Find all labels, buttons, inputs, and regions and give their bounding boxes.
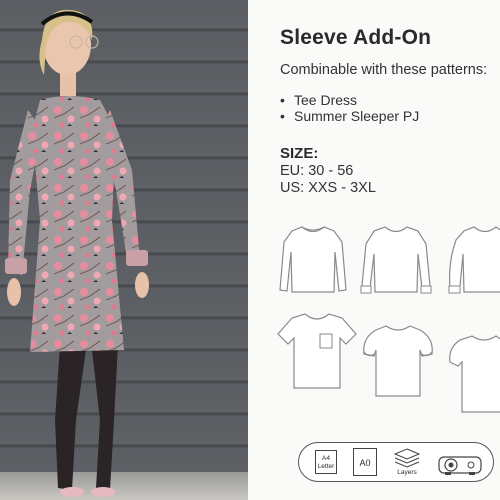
- a0-label: A0: [359, 458, 371, 468]
- size-heading: SIZE:: [280, 145, 319, 162]
- file-format-bar: A4 Letter A0 Layers: [298, 442, 494, 482]
- model-in-dress-illustration: [5, 9, 149, 497]
- a4-letter-format-icon: A4 Letter: [315, 450, 337, 474]
- product-info-panel: Sleeve Add-On Combinable with these patt…: [248, 0, 500, 500]
- layers-icon: Layers: [389, 447, 425, 479]
- a4-label: A4: [322, 455, 330, 462]
- a0-format-icon: A0: [353, 448, 377, 476]
- list-item: • Tee Dress: [280, 92, 419, 108]
- product-photo: [0, 0, 248, 500]
- product-title: Sleeve Add-On: [280, 26, 432, 49]
- letter-label: Letter: [317, 463, 335, 470]
- compatible-pattern-list: • Tee Dress • Summer Sleeper PJ: [280, 92, 419, 124]
- garment-long-sleeve-puffed: [448, 222, 500, 296]
- bullet: •: [280, 108, 285, 124]
- layers-label: Layers: [397, 469, 417, 476]
- garment-short-sleeve-gathered: [448, 332, 500, 414]
- list-item: • Summer Sleeper PJ: [280, 108, 419, 124]
- compatibility-subtitle: Combinable with these patterns:: [280, 62, 488, 78]
- size-range-eu: EU: 30 - 56: [280, 163, 354, 179]
- projector-icon: [437, 449, 485, 477]
- garment-short-sleeve-puff: [360, 322, 436, 400]
- bullet: •: [280, 92, 285, 108]
- size-range-us: US: XXS - 3XL: [280, 180, 376, 196]
- pattern-name: Summer Sleeper PJ: [294, 108, 420, 124]
- garment-long-sleeve-fitted: [276, 222, 350, 296]
- pattern-name: Tee Dress: [294, 92, 358, 108]
- garment-short-sleeve-pocket: [276, 310, 358, 392]
- garment-long-sleeve-cuffed: [358, 222, 434, 296]
